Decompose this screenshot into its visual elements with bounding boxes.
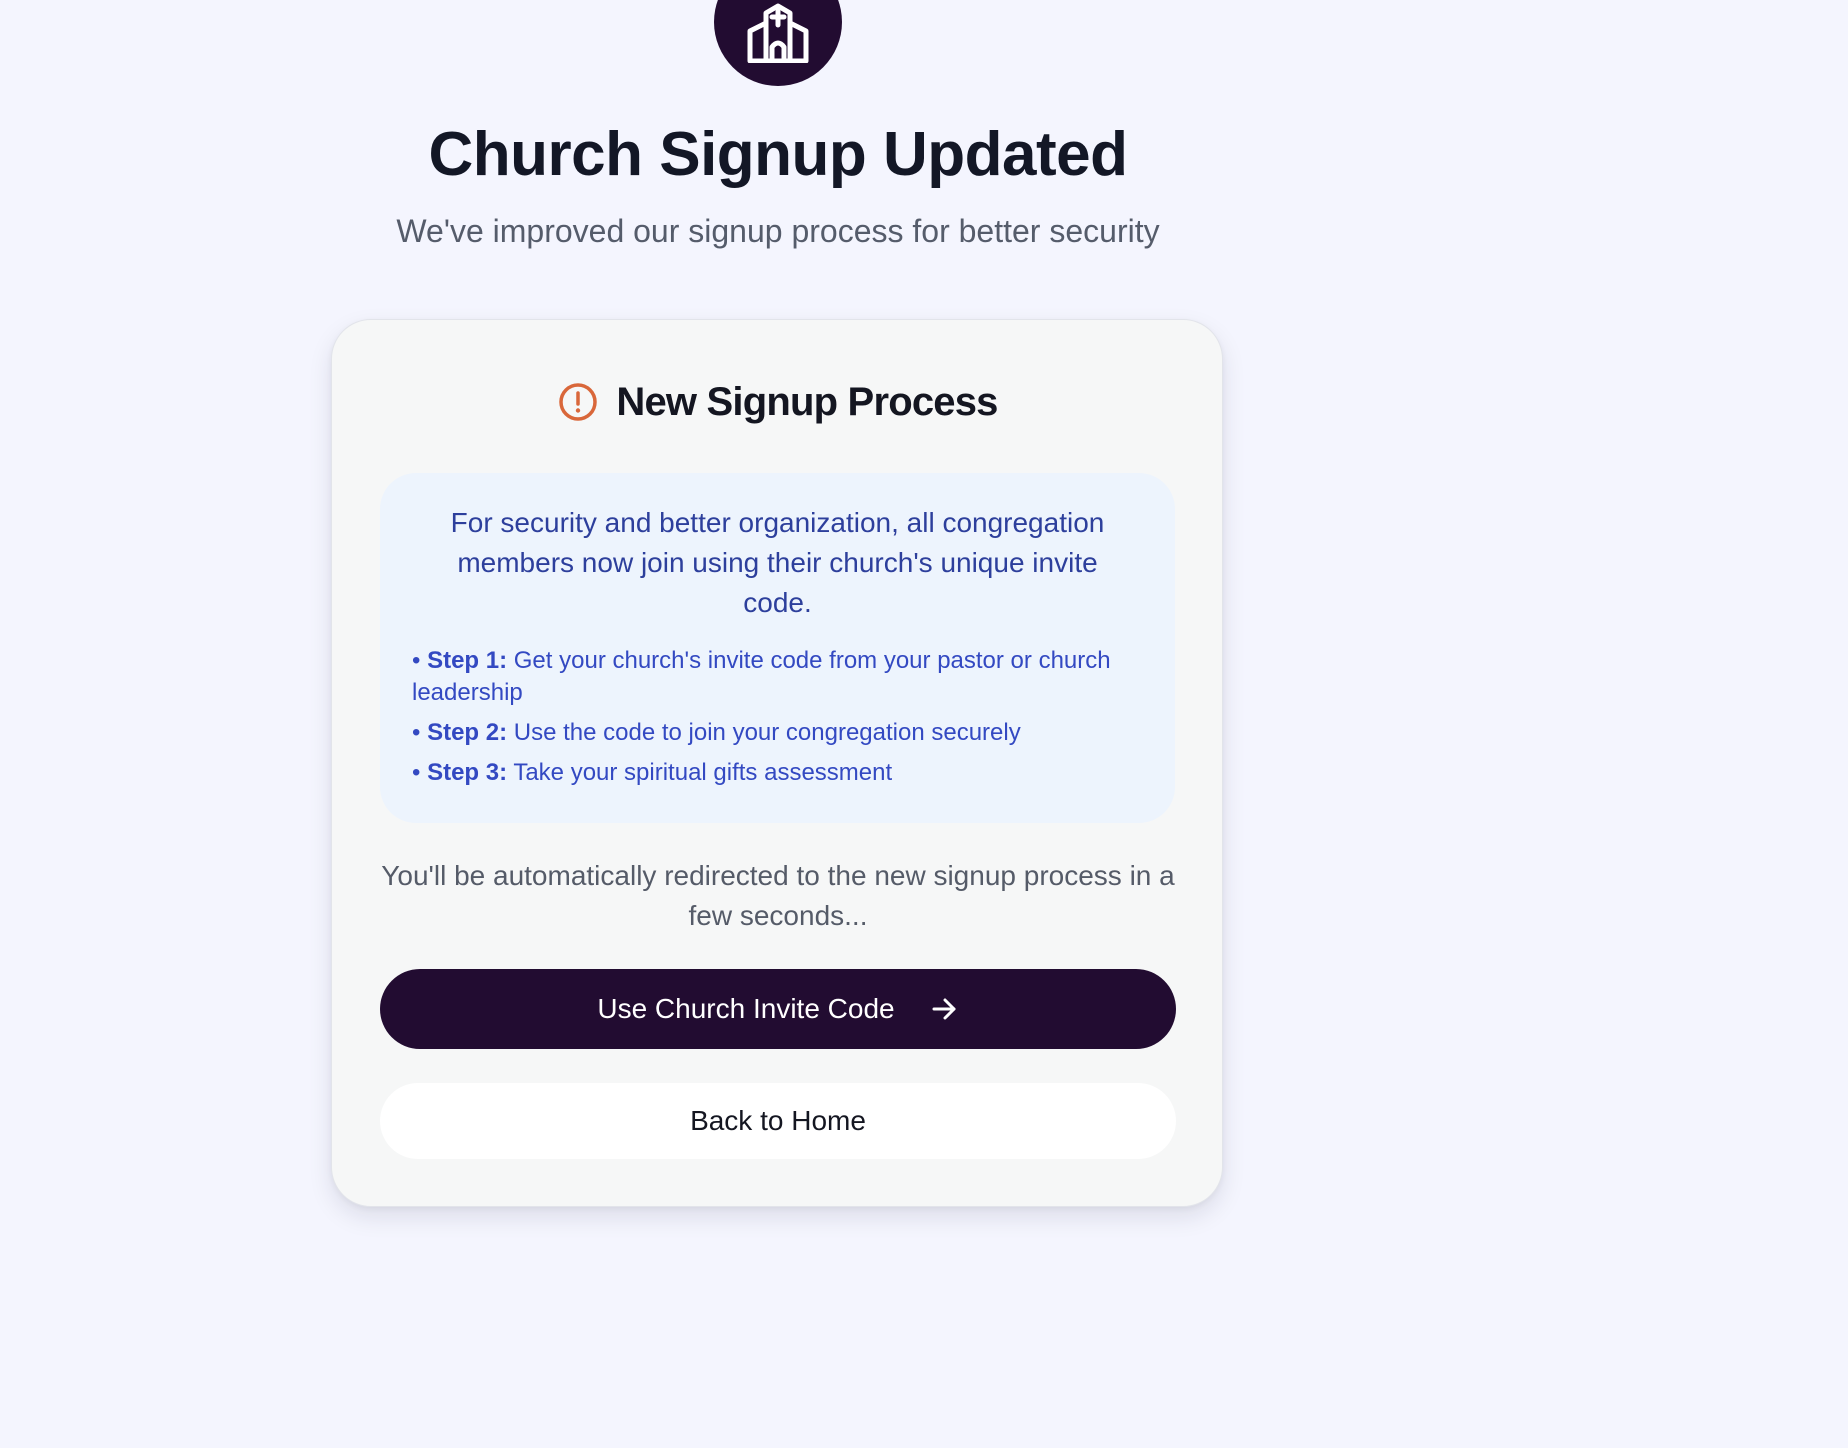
step-text: Get your church's invite code from your … <box>412 647 1111 706</box>
step-label: Step 1: <box>427 647 508 674</box>
use-invite-code-button[interactable]: Use Church Invite Code <box>380 969 1176 1049</box>
back-to-home-button[interactable]: Back to Home <box>380 1083 1176 1159</box>
back-to-home-label: Back to Home <box>690 1105 866 1136</box>
signup-info-card: New Signup Process For security and bett… <box>331 319 1223 1207</box>
arrow-right-icon <box>932 998 956 1020</box>
card-header: New Signup Process <box>332 372 1224 432</box>
info-box: For security and better organization, al… <box>380 473 1175 823</box>
step-text: Take your spiritual gifts assessment <box>513 759 893 786</box>
step-item: • Step 2: Use the code to join your cong… <box>412 719 1021 746</box>
step-label: Step 2: <box>427 719 508 746</box>
step-item: • Step 3: Take your spiritual gifts asse… <box>412 759 893 786</box>
page-subtitle: We've improved our signup process for be… <box>396 213 1160 249</box>
card-title: New Signup Process <box>616 379 998 424</box>
signup-updated-page: Church Signup Updated We've improved our… <box>331 0 1225 1448</box>
use-invite-code-label: Use Church Invite Code <box>597 993 895 1024</box>
step-label: Step 3: <box>427 759 508 786</box>
redirect-notice: You'll be automatically redirected to th… <box>381 860 1175 931</box>
step-item: • Step 1: Get your church's invite code … <box>412 647 1111 706</box>
church-logo <box>714 0 842 86</box>
page-title: Church Signup Updated <box>428 120 1128 189</box>
steps-list: • Step 1: Get your church's invite code … <box>412 645 1143 789</box>
step-text: Use the code to join your congregation s… <box>513 719 1021 746</box>
church-icon <box>747 3 809 63</box>
alert-circle-icon <box>559 383 598 421</box>
info-text: For security and better organization, al… <box>450 507 1105 618</box>
